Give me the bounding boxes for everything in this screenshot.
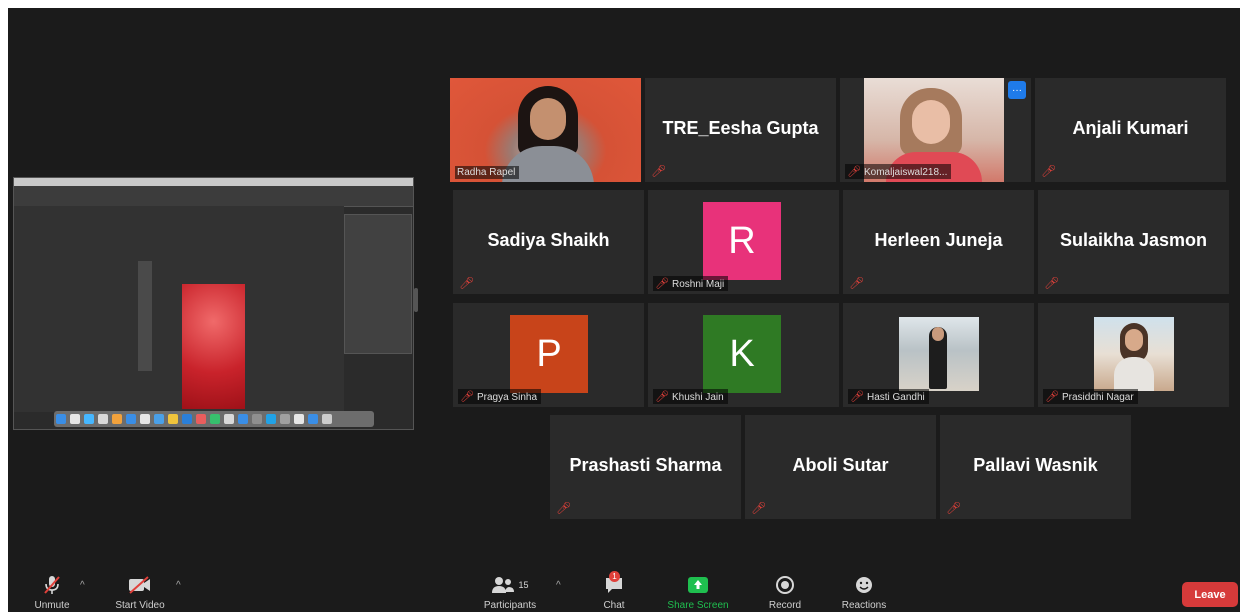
muted-mic-icon: 🎤︎	[655, 278, 669, 290]
shared-tab-bar	[14, 186, 413, 207]
share-screen-label: Share Screen	[667, 600, 729, 611]
start-video-button[interactable]: Start Video	[108, 574, 172, 611]
muted-mic-icon: 🎤︎	[556, 501, 572, 515]
participant-tile[interactable]: 🎤︎ Hasti Gandhi	[843, 303, 1034, 407]
share-screen-button[interactable]: Share Screen	[662, 574, 734, 611]
shared-dock	[54, 411, 374, 427]
video-options-chevron-icon[interactable]: ^	[176, 580, 181, 591]
participant-tile[interactable]: R 🎤︎ Roshni Maji	[648, 190, 839, 294]
muted-mic-icon: 🎤︎	[847, 166, 861, 178]
participant-name-text: Prasiddhi Nagar	[1061, 392, 1134, 403]
participant-name: Anjali Kumari	[1072, 118, 1189, 138]
participant-name: Aboli Sutar	[792, 455, 889, 475]
start-video-label: Start Video	[115, 600, 165, 611]
avatar-initial: P	[536, 332, 562, 375]
avatar-initial: R	[728, 219, 756, 262]
participant-tile[interactable]: Pallavi Wasnik 🎤︎	[940, 415, 1131, 519]
participant-name-text: Radha Rapel	[457, 167, 516, 178]
participant-tile[interactable]: P 🎤︎ Pragya Sinha	[453, 303, 644, 407]
unmute-label: Unmute	[34, 600, 70, 611]
muted-mic-icon: 🎤︎	[850, 391, 864, 403]
chat-label: Chat	[603, 600, 625, 611]
participants-icon: 15	[476, 574, 544, 596]
participant-tile[interactable]: Sadiya Shaikh 🎤︎	[453, 190, 644, 294]
participant-tile[interactable]: ··· 🎤︎ Komaljaiswal218...	[840, 78, 1031, 182]
participant-tile[interactable]: Sulaikha Jasmon 🎤︎	[1038, 190, 1229, 294]
participant-tile[interactable]: Radha Rapel	[450, 78, 641, 182]
record-button[interactable]: Record	[760, 574, 810, 611]
participants-button[interactable]: 15 Participants	[476, 574, 544, 611]
record-icon	[760, 574, 810, 596]
avatar-initial: K	[729, 332, 755, 375]
participant-name: Herleen Juneja	[874, 230, 1003, 250]
participant-name: Sulaikha Jasmon	[1059, 230, 1208, 250]
participant-name-text: Hasti Gandhi	[866, 392, 925, 403]
participant-name-label: 🎤︎ Prasiddhi Nagar	[1043, 389, 1138, 404]
participant-name-label: 🎤︎ Roshni Maji	[653, 276, 729, 291]
participant-name-label: Radha Rapel	[455, 166, 520, 179]
participant-name-text: Pragya Sinha	[476, 392, 538, 403]
participant-name: Prashasti Sharma	[569, 455, 722, 475]
participant-tile[interactable]: Herleen Juneja 🎤︎	[843, 190, 1034, 294]
shared-layers-panel	[344, 214, 412, 354]
shared-menu-bar	[14, 178, 413, 186]
meeting-controls-toolbar: Unmute ^ Start Video ^ 15 Participants ^…	[8, 568, 1240, 612]
muted-mic-icon: 🎤︎	[460, 391, 474, 403]
muted-mic-icon: 🎤︎	[459, 276, 475, 290]
shared-red-artboard	[182, 284, 245, 409]
muted-mic-icon: 🎤︎	[655, 391, 669, 403]
split-resize-handle[interactable]	[414, 288, 418, 312]
avatar: P	[510, 315, 588, 393]
participant-name-label: 🎤︎ Hasti Gandhi	[848, 389, 929, 404]
muted-mic-icon: 🎤︎	[1044, 276, 1060, 290]
participants-label: Participants	[483, 600, 537, 611]
participant-tile[interactable]: TRE_Eesha Gupta 🎤︎	[645, 78, 836, 182]
record-label: Record	[768, 600, 802, 611]
participants-options-chevron-icon[interactable]: ^	[556, 580, 561, 591]
shared-toolbox	[138, 261, 152, 371]
reactions-button[interactable]: Reactions	[834, 574, 894, 611]
participant-name: TRE_Eesha Gupta	[662, 118, 819, 138]
participants-count: 15	[518, 580, 529, 590]
profile-photo	[899, 317, 979, 391]
avatar: R	[703, 202, 781, 280]
muted-mic-icon: 🎤︎	[1045, 391, 1059, 403]
participant-tile[interactable]: Aboli Sutar 🎤︎	[745, 415, 936, 519]
participant-name-label: 🎤︎ Pragya Sinha	[458, 389, 542, 404]
reactions-smiley-icon	[834, 574, 894, 596]
participant-tile[interactable]: K 🎤︎ Khushi Jain	[648, 303, 839, 407]
avatar: K	[703, 315, 781, 393]
chat-icon: 1	[594, 571, 634, 596]
participant-name-text: Komaljaiswal218...	[863, 167, 948, 178]
muted-mic-icon: 🎤︎	[1041, 164, 1057, 178]
participant-tile[interactable]: Prashasti Sharma 🎤︎	[550, 415, 741, 519]
participant-tile[interactable]: 🎤︎ Prasiddhi Nagar	[1038, 303, 1229, 407]
share-screen-icon	[662, 574, 734, 596]
muted-mic-icon: 🎤︎	[651, 164, 667, 178]
screenshot-frame: Radha Rapel TRE_Eesha Gupta 🎤︎ ··· 🎤︎ Kom…	[0, 0, 1244, 612]
shared-canvas-area	[14, 206, 344, 412]
chat-button[interactable]: 1 Chat	[594, 571, 634, 611]
chat-unread-badge: 1	[609, 571, 620, 582]
muted-microphone-icon	[24, 574, 80, 596]
more-options-icon[interactable]: ···	[1008, 81, 1026, 99]
participant-name-label: 🎤︎ Khushi Jain	[653, 389, 728, 404]
unmute-button[interactable]: Unmute	[24, 574, 80, 611]
video-off-icon	[108, 574, 172, 596]
participant-name-text: Roshni Maji	[671, 279, 725, 290]
participant-name-label: 🎤︎ Komaljaiswal218...	[845, 164, 952, 179]
audio-options-chevron-icon[interactable]: ^	[80, 580, 85, 591]
reactions-label: Reactions	[841, 600, 887, 611]
muted-mic-icon: 🎤︎	[849, 276, 865, 290]
profile-photo	[1094, 317, 1174, 391]
shared-screen[interactable]	[13, 177, 414, 430]
participant-tile[interactable]: Anjali Kumari 🎤︎	[1035, 78, 1226, 182]
participant-name-text: Khushi Jain	[671, 392, 724, 403]
participant-name: Sadiya Shaikh	[487, 230, 610, 250]
leave-button[interactable]: Leave	[1182, 582, 1238, 607]
participant-name: Pallavi Wasnik	[973, 455, 1098, 475]
zoom-meeting-window: Radha Rapel TRE_Eesha Gupta 🎤︎ ··· 🎤︎ Kom…	[8, 8, 1240, 612]
muted-mic-icon: 🎤︎	[946, 501, 962, 515]
muted-mic-icon: 🎤︎	[751, 501, 767, 515]
